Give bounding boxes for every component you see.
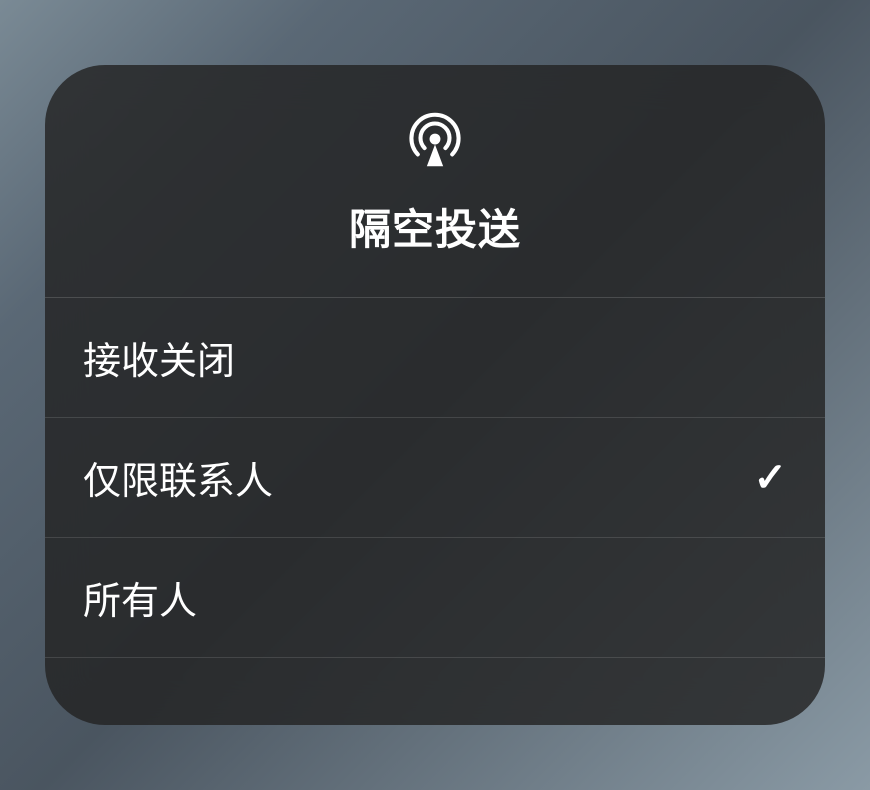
panel-title: 隔空投送 — [349, 196, 521, 257]
checkmark-icon: ✓ — [753, 455, 787, 501]
option-label: 仅限联系人 — [83, 450, 273, 505]
panel-header: 隔空投送 — [45, 65, 825, 298]
option-contacts-only[interactable]: 仅限联系人 ✓ — [45, 418, 825, 538]
option-label: 所有人 — [83, 570, 197, 625]
option-everyone[interactable]: 所有人 ✓ — [45, 538, 825, 658]
airdrop-icon — [406, 110, 464, 168]
option-label: 接收关闭 — [83, 330, 235, 385]
airdrop-settings-panel: 隔空投送 接收关闭 ✓ 仅限联系人 ✓ 所有人 ✓ — [45, 65, 825, 725]
option-receiving-off[interactable]: 接收关闭 ✓ — [45, 298, 825, 418]
